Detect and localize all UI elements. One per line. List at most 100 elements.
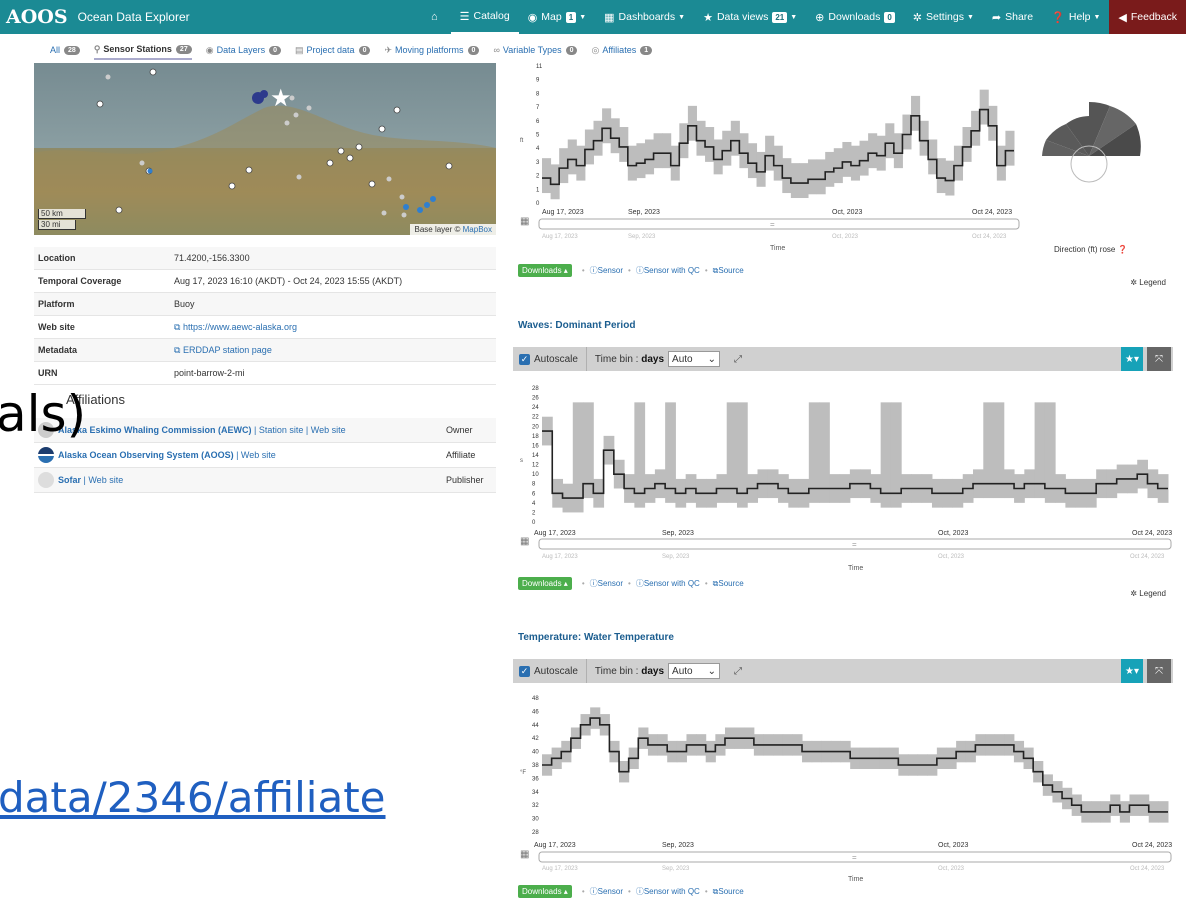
station-marker[interactable] <box>430 196 436 202</box>
station-marker[interactable] <box>445 162 453 170</box>
station-marker[interactable] <box>403 204 409 210</box>
station-marker[interactable] <box>378 125 386 133</box>
nav-map[interactable]: ◉ Map 1 ▼ <box>519 0 595 34</box>
station-marker[interactable] <box>149 68 157 76</box>
station-marker[interactable] <box>337 147 345 155</box>
station-map[interactable]: ★ 50 km 30 mi Base layer © MapBox <box>34 63 496 235</box>
expand-icon[interactable]: ⤢ <box>734 666 742 677</box>
tab-project-data[interactable]: ▤ Project data 0 <box>295 40 371 60</box>
nav-home[interactable]: ⌂ <box>422 0 451 34</box>
station-marker[interactable] <box>346 154 354 162</box>
nav-share[interactable]: ➦ Share <box>983 0 1042 34</box>
downloads-button[interactable]: Downloads ▴ <box>518 264 572 277</box>
affiliation-name[interactable]: Sofar | Web site <box>58 475 446 485</box>
tab-data-layers[interactable]: ◉ Data Layers 0 <box>206 40 282 60</box>
station-marker[interactable] <box>245 166 253 174</box>
time-bin-select[interactable]: Auto ⌄ <box>668 663 721 679</box>
range-band <box>679 123 689 159</box>
station-marker[interactable] <box>115 206 123 214</box>
legend-toggle[interactable]: ✲ Legend <box>1130 589 1166 598</box>
affiliation-links[interactable]: | Web site <box>81 475 124 485</box>
downloads-button[interactable]: Downloads ▴ <box>518 577 572 590</box>
station-marker[interactable] <box>139 160 145 166</box>
station-marker[interactable] <box>399 194 405 200</box>
nav-feedback[interactable]: ◀ Feedback <box>1109 0 1186 34</box>
downloads-button[interactable]: Downloads ▴ <box>518 885 572 898</box>
add-view-star-button[interactable]: ★▾ <box>1121 659 1143 683</box>
time-bin-select[interactable]: Auto ⌄ <box>668 351 721 367</box>
fullscreen-button[interactable]: ⤧ <box>1147 347 1171 371</box>
sensor-link[interactable]: Sensor <box>598 887 623 896</box>
station-marker[interactable] <box>96 100 104 108</box>
station-marker[interactable] <box>326 159 334 167</box>
website-link[interactable]: ⧉ https://www.aewc-alaska.org <box>174 322 297 333</box>
affiliation-name[interactable]: Alaska Ocean Observing System (AOOS) | W… <box>58 450 446 460</box>
water-temperature-chart[interactable]: 48 46 44 42 40 38 36 34 32 30 28 °F Aug 17, 2023 S… <box>512 690 1176 886</box>
source-link[interactable]: Source <box>718 266 743 275</box>
autoscale-checkbox[interactable]: ✓ Autoscale <box>513 353 578 365</box>
station-marker[interactable] <box>393 106 401 114</box>
nav-catalog[interactable]: ☰ Catalog <box>450 0 519 34</box>
navigator-handle[interactable]: = <box>852 540 857 549</box>
nav-dashboards[interactable]: ▦ Dashboards ▼ <box>595 0 694 34</box>
help-icon[interactable]: ❓ <box>1118 245 1128 254</box>
navigator-handle[interactable]: = <box>852 853 857 862</box>
calendar-icon[interactable]: ▦ <box>520 536 529 547</box>
affiliations-table: Alaska Eskimo Whaling Commission (AEWC) … <box>34 418 496 493</box>
station-marker[interactable] <box>147 168 153 174</box>
station-marker[interactable] <box>228 182 236 190</box>
calendar-icon[interactable]: ▦ <box>520 849 529 860</box>
station-marker[interactable] <box>381 210 387 216</box>
autoscale-checkbox[interactable]: ✓ Autoscale <box>513 665 578 677</box>
affiliation-links[interactable]: | Web site <box>234 450 276 460</box>
affiliation-name[interactable]: Alaska Eskimo Whaling Commission (AEWC) … <box>58 425 446 435</box>
station-marker[interactable] <box>355 143 363 151</box>
nav-map-label: Map <box>541 11 562 23</box>
station-marker[interactable] <box>105 74 111 80</box>
dominant-period-chart[interactable]: 2826242220181614121086420 s Aug 17, 2023… <box>512 380 1176 576</box>
tab-moving-platforms[interactable]: ✈ Moving platforms 0 <box>384 40 480 60</box>
y-axis-ticks: 48 46 44 42 40 38 36 34 32 30 28 <box>532 696 539 836</box>
nav-downloads[interactable]: ⊕ Downloads 0 <box>806 0 904 34</box>
y-tick-label: 6 <box>532 491 536 497</box>
range-band <box>816 159 826 195</box>
navigator-handle[interactable]: = <box>770 220 775 229</box>
sensor-qc-link[interactable]: Sensor with QC <box>644 266 700 275</box>
affiliation-links[interactable]: | Station site | Web site <box>252 425 346 435</box>
brand[interactable]: AOOS Ocean Data Explorer <box>0 6 400 28</box>
navigator-bar[interactable] <box>538 218 1020 230</box>
station-marker[interactable] <box>424 202 430 208</box>
station-marker[interactable] <box>386 176 392 182</box>
sensor-link[interactable]: Sensor <box>598 266 623 275</box>
station-marker[interactable] <box>284 120 290 126</box>
wave-height-chart[interactable]: 11 9 8 7 6 5 4 3 2 1 0 ft Aug 17, 2023 Sep, 2023 O… <box>512 60 1032 256</box>
sensor-qc-link[interactable]: Sensor with QC <box>644 887 700 896</box>
tab-sensor-stations[interactable]: ⚲ Sensor Stations 27 <box>93 40 192 60</box>
overlay-url-fragment[interactable]: data/2346/affiliate <box>0 776 386 820</box>
sensor-link[interactable]: Sensor <box>598 579 623 588</box>
station-marker[interactable] <box>368 180 376 188</box>
erddap-link[interactable]: ⧉ ERDDAP station page <box>174 345 272 356</box>
nav-help[interactable]: ❓ Help ▼ <box>1042 0 1109 34</box>
nav-data-views[interactable]: ★ Data views 21 ▼ <box>694 0 806 34</box>
station-marker[interactable] <box>296 174 302 180</box>
legend-toggle[interactable]: ✲ Legend <box>1130 278 1166 287</box>
station-marker[interactable] <box>417 207 423 213</box>
tab-variable-types[interactable]: ∞ Variable Types 0 <box>493 40 578 60</box>
source-link[interactable]: Source <box>718 887 743 896</box>
tab-affiliates[interactable]: ◎ Affiliates 1 <box>591 40 653 60</box>
mapbox-link[interactable]: MapBox <box>463 225 492 234</box>
station-marker[interactable] <box>306 105 312 111</box>
station-marker[interactable] <box>289 95 295 101</box>
source-link[interactable]: Source <box>718 579 743 588</box>
tab-all[interactable]: All 28 <box>50 40 80 60</box>
calendar-icon[interactable]: ▦ <box>520 216 529 227</box>
station-marker[interactable] <box>401 212 407 218</box>
station-marker[interactable] <box>293 112 299 118</box>
add-view-star-button[interactable]: ★▾ <box>1121 347 1143 371</box>
nav-settings[interactable]: ✲ Settings ▼ <box>904 0 983 34</box>
station-marker[interactable] <box>260 90 268 98</box>
expand-icon[interactable]: ⤢ <box>734 354 742 365</box>
sensor-qc-link[interactable]: Sensor with QC <box>644 579 700 588</box>
fullscreen-button[interactable]: ⤧ <box>1147 659 1171 683</box>
